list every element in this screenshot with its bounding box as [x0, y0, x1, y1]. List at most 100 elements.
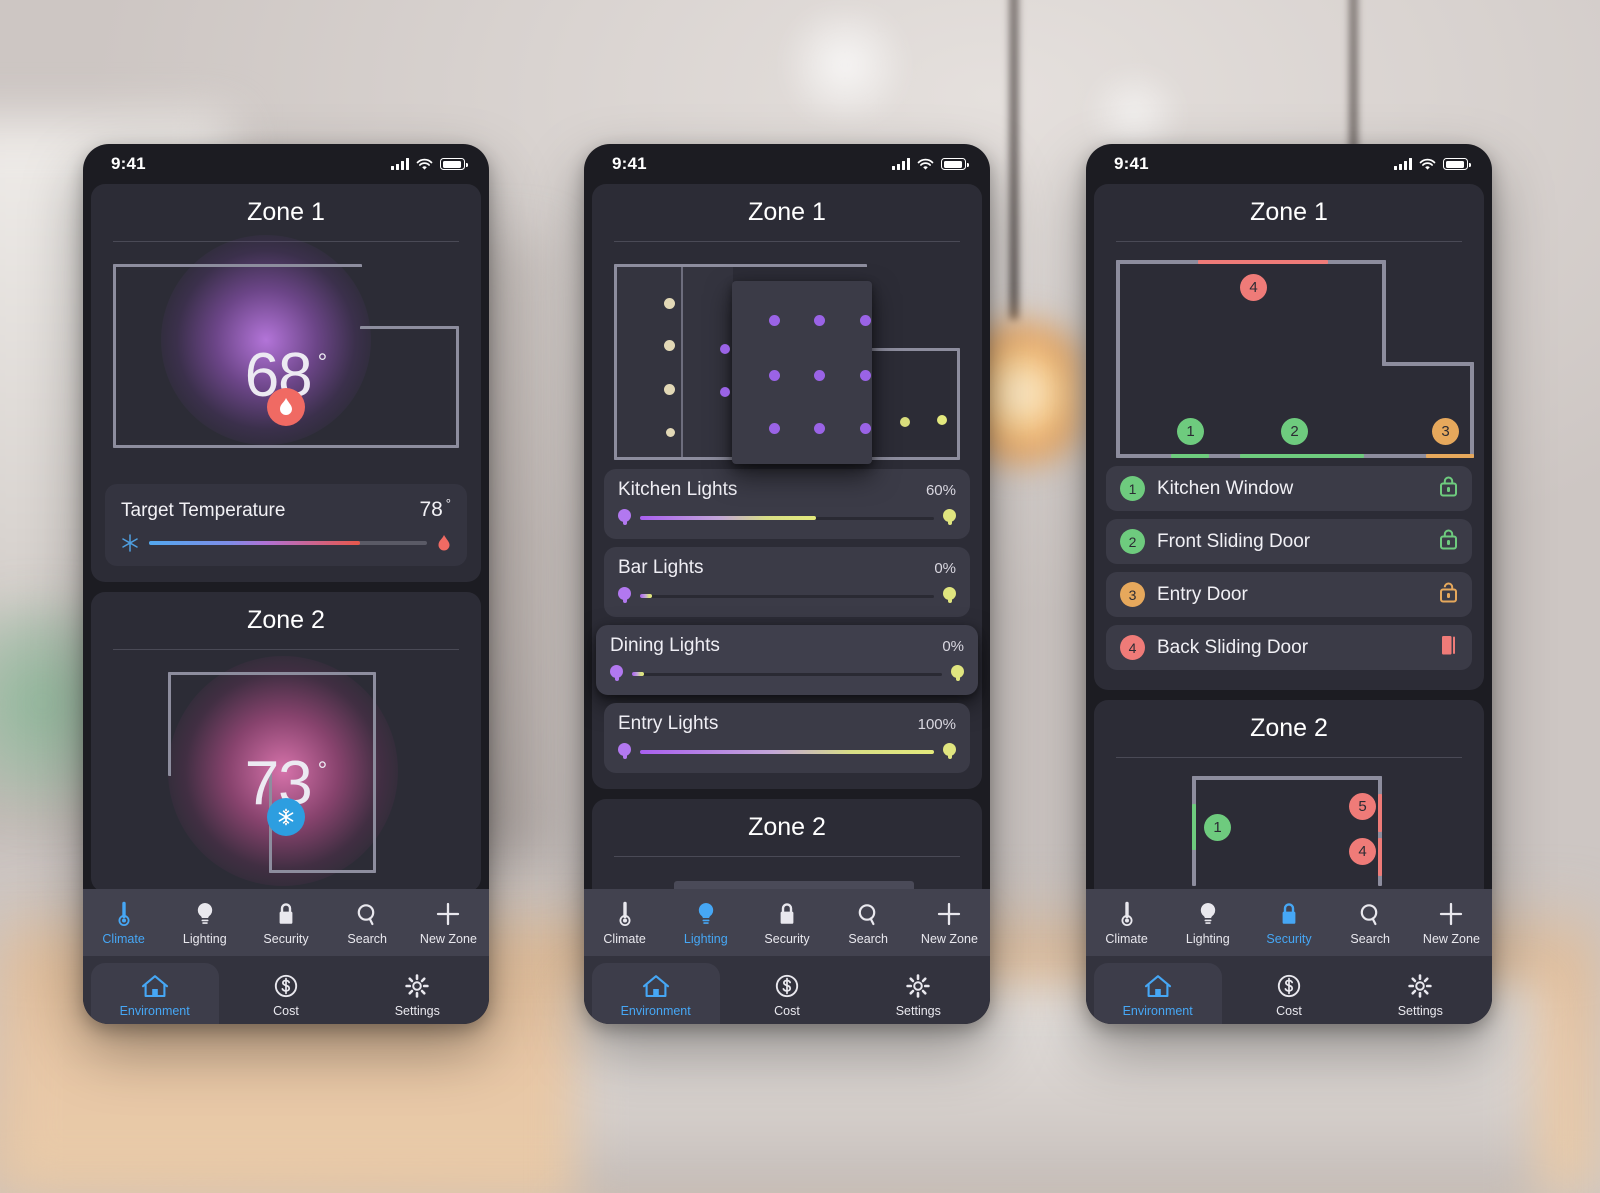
light-dot-entry[interactable]: [937, 415, 947, 425]
light-dot-dining[interactable]: [860, 423, 871, 434]
tab-cost[interactable]: Cost: [723, 963, 851, 1024]
tab-environment[interactable]: Environment: [591, 963, 720, 1024]
light-slider[interactable]: [618, 743, 956, 761]
zone-card-1[interactable]: Zone 1 68 ° Target Temperature 78 °: [91, 184, 481, 582]
tool-new-zone[interactable]: New Zone: [408, 901, 489, 946]
entry-status-icon[interactable]: [1439, 475, 1458, 502]
security-entry-row[interactable]: 2 Front Sliding Door: [1106, 519, 1472, 564]
tool-bar: Climate Lighting Security Search New Zone: [83, 889, 489, 956]
tool-lighting[interactable]: Lighting: [665, 901, 746, 946]
map-pin-5[interactable]: 5: [1349, 793, 1376, 820]
security-entry-row[interactable]: 4 Back Sliding Door: [1106, 625, 1472, 670]
divider: [614, 856, 960, 857]
cool-mode-badge[interactable]: [267, 798, 305, 836]
light-dot-dining[interactable]: [814, 315, 825, 326]
tool-new-zone[interactable]: New Zone: [1411, 901, 1492, 946]
room-bar[interactable]: [683, 267, 733, 457]
light-dot-dining[interactable]: [860, 315, 871, 326]
tool-climate[interactable]: Climate: [1086, 901, 1167, 946]
tool-climate[interactable]: Climate: [83, 901, 164, 946]
tool-search[interactable]: Search: [327, 901, 408, 946]
slider-track[interactable]: [632, 672, 942, 676]
slider-track[interactable]: [640, 516, 934, 520]
room-dining-selected[interactable]: [732, 281, 872, 464]
tool-lighting[interactable]: Lighting: [1167, 901, 1248, 946]
security-floorplan-zone1[interactable]: 4 1 2 3: [1116, 260, 1474, 460]
wall-segment-secure[interactable]: [1240, 454, 1364, 458]
light-dot-entry[interactable]: [900, 417, 910, 427]
light-slider[interactable]: [618, 509, 956, 527]
light-dot-kitchen[interactable]: [666, 428, 675, 437]
lock-open-icon: [1440, 582, 1457, 603]
tab-environment[interactable]: Environment: [1093, 963, 1222, 1024]
security-entry-row[interactable]: 1 Kitchen Window: [1106, 466, 1472, 511]
light-dot-dining[interactable]: [860, 370, 871, 381]
light-slider[interactable]: [618, 587, 956, 605]
entry-status-icon[interactable]: [1439, 634, 1458, 661]
light-dot-kitchen[interactable]: [664, 384, 675, 395]
wall-segment-alert[interactable]: [1198, 260, 1328, 264]
security-entry-row[interactable]: 3 Entry Door: [1106, 572, 1472, 617]
map-pin-3[interactable]: 3: [1432, 418, 1459, 445]
tab-label: Environment: [620, 1004, 691, 1018]
map-pin-1[interactable]: 1: [1204, 814, 1231, 841]
light-dot-dining[interactable]: [814, 370, 825, 381]
slider-track[interactable]: [640, 594, 934, 598]
wall-segment-secure[interactable]: [1192, 804, 1196, 850]
light-dot-kitchen[interactable]: [664, 298, 675, 309]
light-dot-bar[interactable]: [720, 387, 730, 397]
wall-right-lower: [1470, 362, 1474, 458]
light-row[interactable]: Entry Lights 100%: [604, 703, 970, 773]
wall-segment-alert[interactable]: [1378, 838, 1382, 876]
climate-floorplan-zone1[interactable]: 68 °: [113, 235, 459, 468]
tab-settings[interactable]: Settings: [854, 963, 982, 1024]
light-dot-dining[interactable]: [769, 423, 780, 434]
security-floorplan-zone2[interactable]: 1 5 4: [1116, 776, 1462, 886]
tab-settings[interactable]: Settings: [353, 963, 481, 1024]
wall-segment-alert[interactable]: [1378, 794, 1382, 832]
target-temperature-card[interactable]: Target Temperature 78 °: [105, 484, 467, 566]
zone-card-2[interactable]: Zone 2 1 5 4: [1094, 700, 1484, 902]
tool-security[interactable]: Security: [245, 901, 326, 946]
wall-segment-secure[interactable]: [1171, 454, 1209, 458]
zone-card-1[interactable]: Zone 1 Kitchen Lights 60% Bar Lights 0% …: [592, 184, 982, 789]
light-row[interactable]: Kitchen Lights 60%: [604, 469, 970, 539]
light-dot-dining[interactable]: [769, 315, 780, 326]
tool-lighting[interactable]: Lighting: [164, 901, 245, 946]
target-temperature-slider[interactable]: [121, 534, 451, 552]
tool-new-zone[interactable]: New Zone: [909, 901, 990, 946]
light-percent: 60%: [925, 482, 956, 499]
wall-segment-warning[interactable]: [1426, 454, 1474, 458]
light-dot-bar[interactable]: [720, 344, 730, 354]
light-slider[interactable]: [610, 665, 964, 683]
entry-status-icon[interactable]: [1439, 528, 1458, 555]
map-pin-2[interactable]: 2: [1281, 418, 1308, 445]
tool-search[interactable]: Search: [828, 901, 909, 946]
slider-track[interactable]: [640, 750, 934, 754]
light-dot-dining[interactable]: [769, 370, 780, 381]
tool-label: Search: [848, 932, 889, 946]
map-pin-4[interactable]: 4: [1349, 838, 1376, 865]
entry-status-icon[interactable]: [1439, 581, 1458, 608]
zone-card-2[interactable]: Zone 2 73 °: [91, 592, 481, 892]
tab-cost[interactable]: Cost: [1225, 963, 1353, 1024]
tab-settings[interactable]: Settings: [1356, 963, 1484, 1024]
tool-climate[interactable]: Climate: [584, 901, 665, 946]
tool-security[interactable]: Security: [1248, 901, 1329, 946]
map-pin-4[interactable]: 4: [1240, 274, 1267, 301]
tool-search[interactable]: Search: [1330, 901, 1411, 946]
tab-environment[interactable]: Environment: [90, 963, 219, 1024]
light-row[interactable]: Bar Lights 0%: [604, 547, 970, 617]
bulb-icon: [1197, 901, 1219, 927]
slider-track[interactable]: [149, 541, 427, 545]
light-dot-dining[interactable]: [814, 423, 825, 434]
map-pin-1[interactable]: 1: [1177, 418, 1204, 445]
zone-card-1[interactable]: Zone 1 4 1 2 3 1 Kitchen Window 2 Front …: [1094, 184, 1484, 690]
light-row[interactable]: Dining Lights 0%: [596, 625, 978, 695]
tab-cost[interactable]: Cost: [222, 963, 350, 1024]
climate-floorplan-zone2[interactable]: 73 °: [113, 655, 459, 886]
tool-security[interactable]: Security: [746, 901, 827, 946]
heat-mode-badge[interactable]: [267, 388, 305, 426]
lighting-floorplan-zone1[interactable]: [614, 260, 960, 465]
light-dot-kitchen[interactable]: [664, 340, 675, 351]
